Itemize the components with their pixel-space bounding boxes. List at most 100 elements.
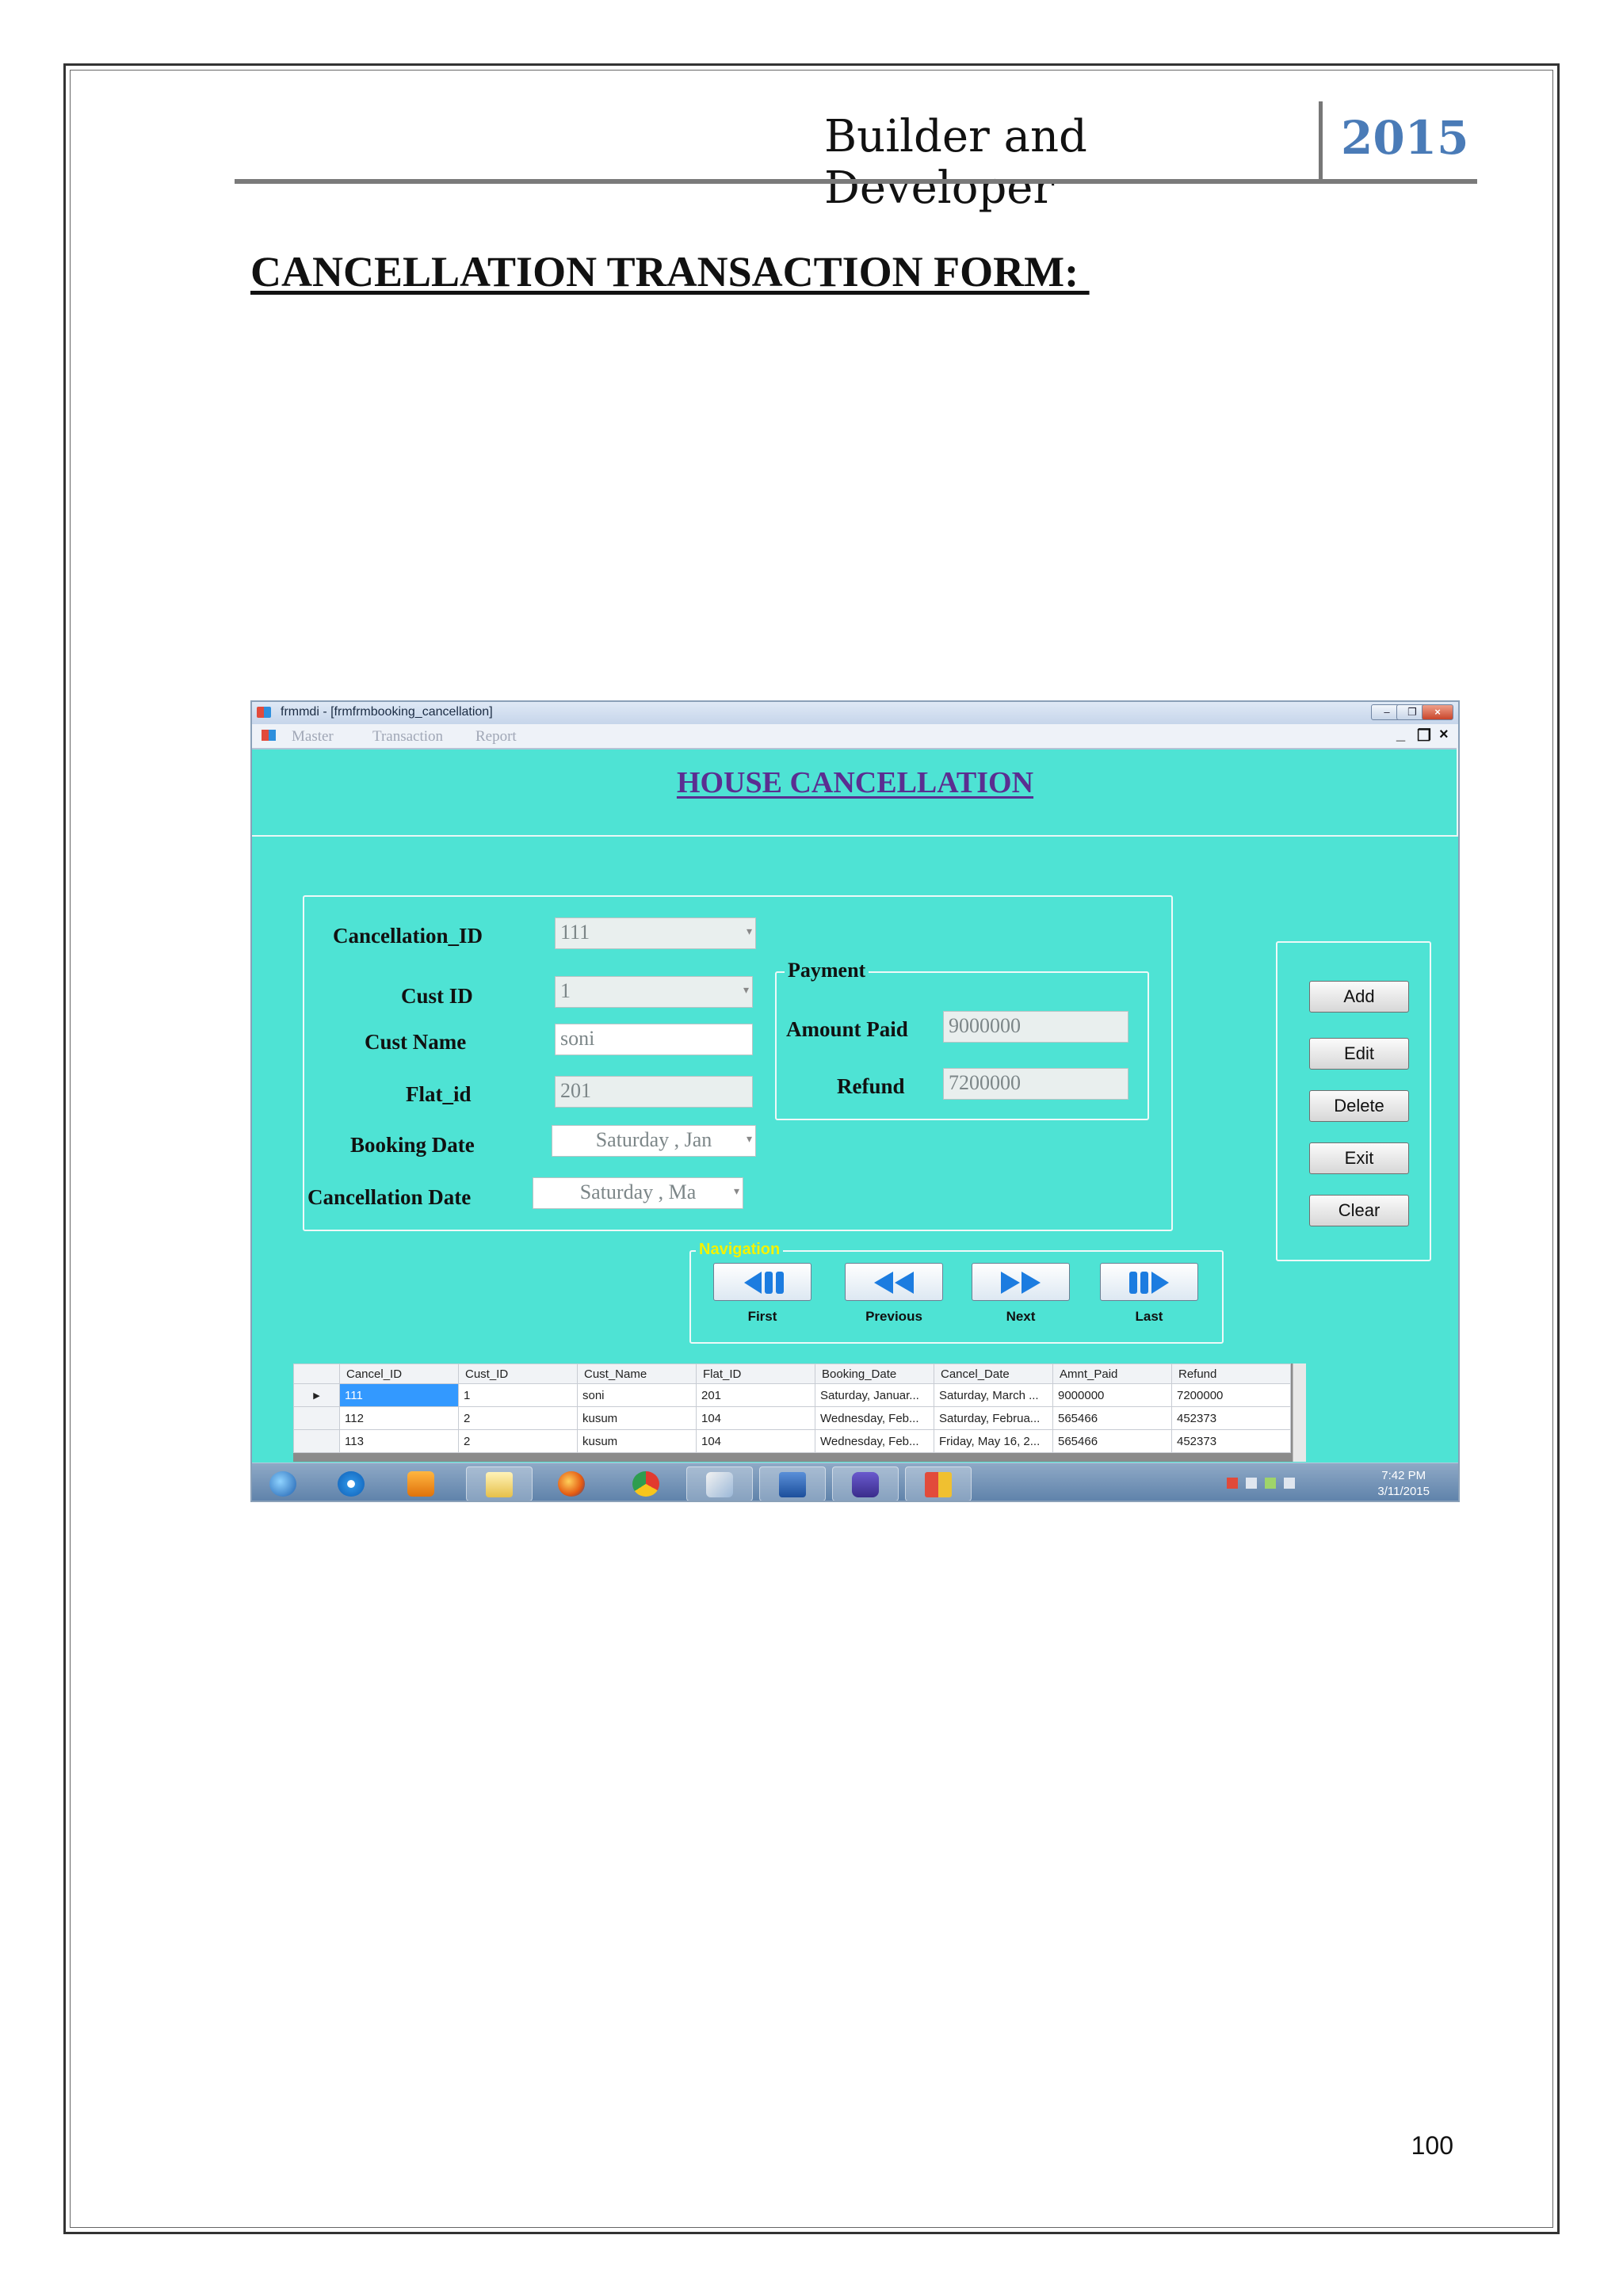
windows-orb-icon <box>269 1471 296 1497</box>
network-icon[interactable] <box>1246 1478 1257 1489</box>
mdi-minimize-button[interactable]: _ <box>1396 726 1405 744</box>
column-header[interactable]: Cust_Name <box>577 1363 697 1384</box>
clear-button[interactable]: Clear <box>1309 1195 1409 1226</box>
taskbar-visual-studio[interactable] <box>832 1466 899 1501</box>
details-panel: Cancellation_ID 111 ▾ Cust ID 1 ▾ Cust Nam… <box>303 895 1173 1231</box>
cust-id-combo[interactable]: 1 ▾ <box>555 976 753 1008</box>
chevron-down-icon: ▾ <box>746 1134 752 1146</box>
last-label: Last <box>1135 1309 1163 1324</box>
table-row[interactable]: 113 2 kusum 104 Wednesday, Feb... Friday… <box>293 1429 1291 1453</box>
form-header: HOUSE CANCELLATION <box>252 748 1458 837</box>
paint-icon <box>706 1472 733 1497</box>
first-label: First <box>747 1309 777 1324</box>
word-icon <box>779 1472 806 1497</box>
taskbar-app-form[interactable] <box>905 1466 972 1501</box>
close-button[interactable]: × <box>1422 704 1453 720</box>
windows-taskbar: 7:42 PM 3/11/2015 <box>252 1463 1458 1501</box>
grid-header-row: Cancel_ID Cust_ID Cust_Name Flat_ID Book… <box>293 1363 1291 1384</box>
column-header[interactable]: Cancel_ID <box>339 1363 459 1384</box>
taskbar-word[interactable] <box>759 1466 826 1501</box>
flat-id-label: Flat_id <box>406 1082 472 1106</box>
column-header[interactable]: Amnt_Paid <box>1052 1363 1172 1384</box>
payment-group: Payment Amount Paid 9000000 Refund 72000… <box>775 959 1149 1120</box>
taskbar-ie[interactable] <box>319 1466 385 1501</box>
refund-field[interactable]: 7200000 <box>943 1068 1128 1100</box>
menu-master[interactable]: Master <box>292 728 334 746</box>
navigation-group: Navigation First Previous Next Last <box>689 1241 1224 1344</box>
folder-icon <box>486 1472 513 1497</box>
exit-button[interactable]: Exit <box>1309 1142 1409 1174</box>
form-title: HOUSE CANCELLATION <box>676 766 1034 799</box>
media-player-icon <box>407 1471 434 1497</box>
mdi-restore-button[interactable]: ❐ <box>1417 726 1431 746</box>
mdi-close-button[interactable]: × <box>1439 726 1449 744</box>
add-button[interactable]: Add <box>1309 981 1409 1013</box>
column-header[interactable]: Refund <box>1171 1363 1291 1384</box>
page-number: 100 <box>1411 2131 1453 2160</box>
clock-date: 3/11/2015 <box>1377 1485 1430 1498</box>
amount-paid-field[interactable]: 9000000 <box>943 1011 1128 1043</box>
column-header[interactable]: Flat_ID <box>696 1363 815 1384</box>
table-row[interactable]: 112 2 kusum 104 Wednesday, Feb... Saturd… <box>293 1406 1291 1430</box>
mdi-child-icon <box>262 730 276 741</box>
delete-button[interactable]: Delete <box>1309 1090 1409 1122</box>
edit-button[interactable]: Edit <box>1309 1038 1409 1070</box>
first-button[interactable] <box>713 1263 812 1301</box>
first-icon <box>744 1272 784 1294</box>
action-center-icon[interactable] <box>1227 1478 1238 1489</box>
next-icon <box>1001 1272 1041 1294</box>
last-button[interactable] <box>1100 1263 1198 1301</box>
volume-icon[interactable] <box>1284 1478 1295 1489</box>
cancellation-date-label: Cancellation Date <box>307 1185 472 1209</box>
app-form-icon <box>925 1472 952 1497</box>
start-button[interactable] <box>254 1466 314 1501</box>
firefox-icon <box>558 1471 585 1497</box>
refund-label: Refund <box>837 1074 905 1098</box>
next-button[interactable] <box>972 1263 1070 1301</box>
header-year: 2015 <box>1341 111 1469 165</box>
previous-icon <box>874 1272 914 1294</box>
cust-id-label: Cust ID <box>401 984 473 1008</box>
header-rule <box>235 179 1477 184</box>
column-header[interactable]: Cancel_Date <box>934 1363 1053 1384</box>
taskbar-clock[interactable]: 7:42 PM 3/11/2015 <box>1377 1468 1430 1500</box>
cancellation-id-label: Cancellation_ID <box>333 924 483 948</box>
header-title: Builder and Developer <box>824 111 1087 214</box>
window-titlebar: frmmdi - [frmfrmbooking_cancellation] – … <box>252 702 1458 725</box>
taskbar-firefox[interactable] <box>539 1466 605 1501</box>
column-header[interactable]: Cust_ID <box>458 1363 578 1384</box>
clock-time: 7:42 PM <box>1381 1469 1426 1482</box>
payment-legend: Payment <box>785 959 869 982</box>
taskbar-explorer[interactable] <box>466 1466 533 1501</box>
menu-bar: Master Transaction Report _ ❐ × <box>252 724 1458 749</box>
table-row[interactable]: ▶ 111 1 soni 201 Saturday, Januar... Sat… <box>293 1383 1291 1407</box>
column-header[interactable]: Booking_Date <box>815 1363 934 1384</box>
battery-icon[interactable] <box>1265 1478 1276 1489</box>
previous-button[interactable] <box>845 1263 943 1301</box>
booking-date-picker[interactable]: Saturday , Jan ▾ <box>552 1125 756 1157</box>
menu-report[interactable]: Report <box>475 728 517 746</box>
menu-transaction[interactable]: Transaction <box>372 728 443 746</box>
taskbar-paint[interactable] <box>686 1466 753 1501</box>
header-separator <box>1319 101 1323 184</box>
previous-label: Previous <box>865 1309 922 1324</box>
cancellation-id-combo[interactable]: 111 ▾ <box>555 917 756 949</box>
taskbar-chrome[interactable] <box>613 1466 680 1501</box>
visual-studio-icon <box>852 1472 879 1497</box>
cancellation-data-grid: Cancel_ID Cust_ID Cust_Name Flat_ID Book… <box>293 1363 1306 1462</box>
chevron-down-icon: ▾ <box>743 985 749 997</box>
cancellation-date-picker[interactable]: Saturday , Ma ▾ <box>533 1177 743 1209</box>
grid-vertical-scrollbar[interactable] <box>1293 1363 1306 1462</box>
chevron-down-icon: ▾ <box>746 926 752 938</box>
internet-explorer-icon <box>338 1471 365 1497</box>
cust-name-field[interactable]: soni <box>555 1024 753 1055</box>
flat-id-field[interactable]: 201 <box>555 1076 753 1108</box>
taskbar-media-player[interactable] <box>388 1466 455 1501</box>
next-label: Next <box>1006 1309 1036 1324</box>
app-window-screenshot: frmmdi - [frmfrmbooking_cancellation] – … <box>250 700 1460 1502</box>
amount-paid-label: Amount Paid <box>786 1017 908 1041</box>
page-heading: CANCELLATION TRANSACTION FORM: <box>250 248 1090 296</box>
app-icon <box>257 707 271 718</box>
chrome-icon <box>632 1471 659 1497</box>
chevron-down-icon: ▾ <box>733 1186 739 1198</box>
